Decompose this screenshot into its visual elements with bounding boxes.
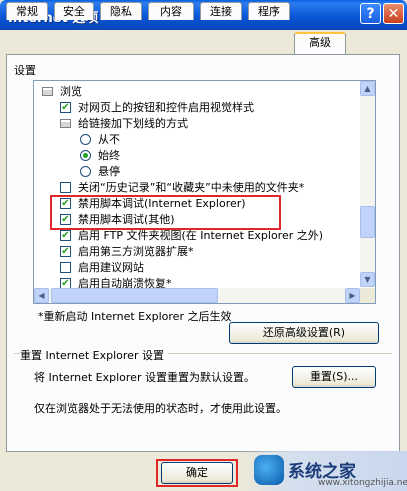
watermark-logo-icon <box>254 455 284 485</box>
list-item-label: 对网页上的按钮和控件启用视觉样式 <box>78 101 254 114</box>
settings-label: 设置 <box>14 64 36 77</box>
radio-selected-icon[interactable] <box>80 150 91 161</box>
checkbox-icon[interactable] <box>60 262 71 273</box>
list-item-label: 浏览 <box>60 85 82 98</box>
tab-advanced[interactable]: 高级 <box>294 32 346 54</box>
tab-general[interactable]: 常规 <box>6 2 48 20</box>
scroll-corner <box>360 288 375 303</box>
checkbox-checked-icon[interactable]: ✔ <box>60 102 71 113</box>
list-item-label: 悬停 <box>98 165 120 178</box>
list-item-label: 给链接加下划线的方式 <box>78 117 188 130</box>
tab-security[interactable]: 安全 <box>54 2 94 20</box>
checkbox-checked-icon[interactable]: ✔ <box>60 230 71 241</box>
list-item-label: 启用 FTP 文件夹视图(在 Internet Explorer 之外) <box>78 229 324 242</box>
reset-button[interactable]: 重置(S)... <box>292 366 376 388</box>
vertical-scroll-thumb[interactable] <box>360 206 375 238</box>
list-item-label: 启用建议网站 <box>78 261 144 274</box>
horizontal-scroll-thumb[interactable] <box>51 288 218 303</box>
restore-advanced-button[interactable]: 还原高级设置(R) <box>229 322 379 344</box>
settings-list[interactable]: 浏览 ✔ 对网页上的按钮和控件启用视觉样式 给链接加下划线的方式 从不 始终 悬… <box>33 80 376 304</box>
watermark-url: www.xitongzhijia.net <box>318 478 407 488</box>
scroll-down-icon[interactable]: ▼ <box>360 272 375 287</box>
help-icon[interactable]: ? <box>360 3 381 24</box>
horizontal-scrollbar[interactable]: ◀ ▶ <box>34 288 360 303</box>
reset-hint: 仅在浏览器处于无法使用的状态时，才使用此设置。 <box>34 402 287 415</box>
tab-connections[interactable]: 连接 <box>200 2 242 20</box>
list-item-label: 关闭“历史记录”和“收藏夹”中未使用的文件夹* <box>78 181 305 194</box>
radio-icon[interactable] <box>80 166 91 177</box>
list-item-label: 从不 <box>98 133 120 146</box>
tab-content[interactable]: 内容 <box>148 2 194 20</box>
scroll-left-icon[interactable]: ◀ <box>34 288 49 303</box>
list-item-label: 始终 <box>98 149 120 162</box>
reset-description: 将 Internet Explorer 设置重置为默认设置。 <box>34 371 255 384</box>
scroll-up-icon[interactable]: ▲ <box>360 81 375 96</box>
checkbox-checked-icon[interactable]: ✔ <box>60 246 71 257</box>
tab-privacy[interactable]: 隐私 <box>100 2 142 20</box>
close-icon[interactable]: ✕ <box>383 3 404 24</box>
folder-icon <box>60 119 71 128</box>
folder-icon <box>42 87 53 96</box>
radio-icon[interactable] <box>80 134 91 145</box>
list-item-label: 启用第三方浏览器扩展* <box>78 245 194 258</box>
script-debug-highlight <box>50 195 281 230</box>
vertical-scrollbar[interactable]: ▲ ▼ <box>360 81 375 287</box>
reset-group-title: 重置 Internet Explorer 设置 <box>20 347 168 363</box>
tab-programs[interactable]: 程序 <box>248 2 290 20</box>
ok-highlight <box>156 459 238 487</box>
checkbox-icon[interactable] <box>60 182 71 193</box>
restart-note: *重新启动 Internet Explorer 之后生效 <box>38 310 232 323</box>
scroll-right-icon[interactable]: ▶ <box>345 288 360 303</box>
